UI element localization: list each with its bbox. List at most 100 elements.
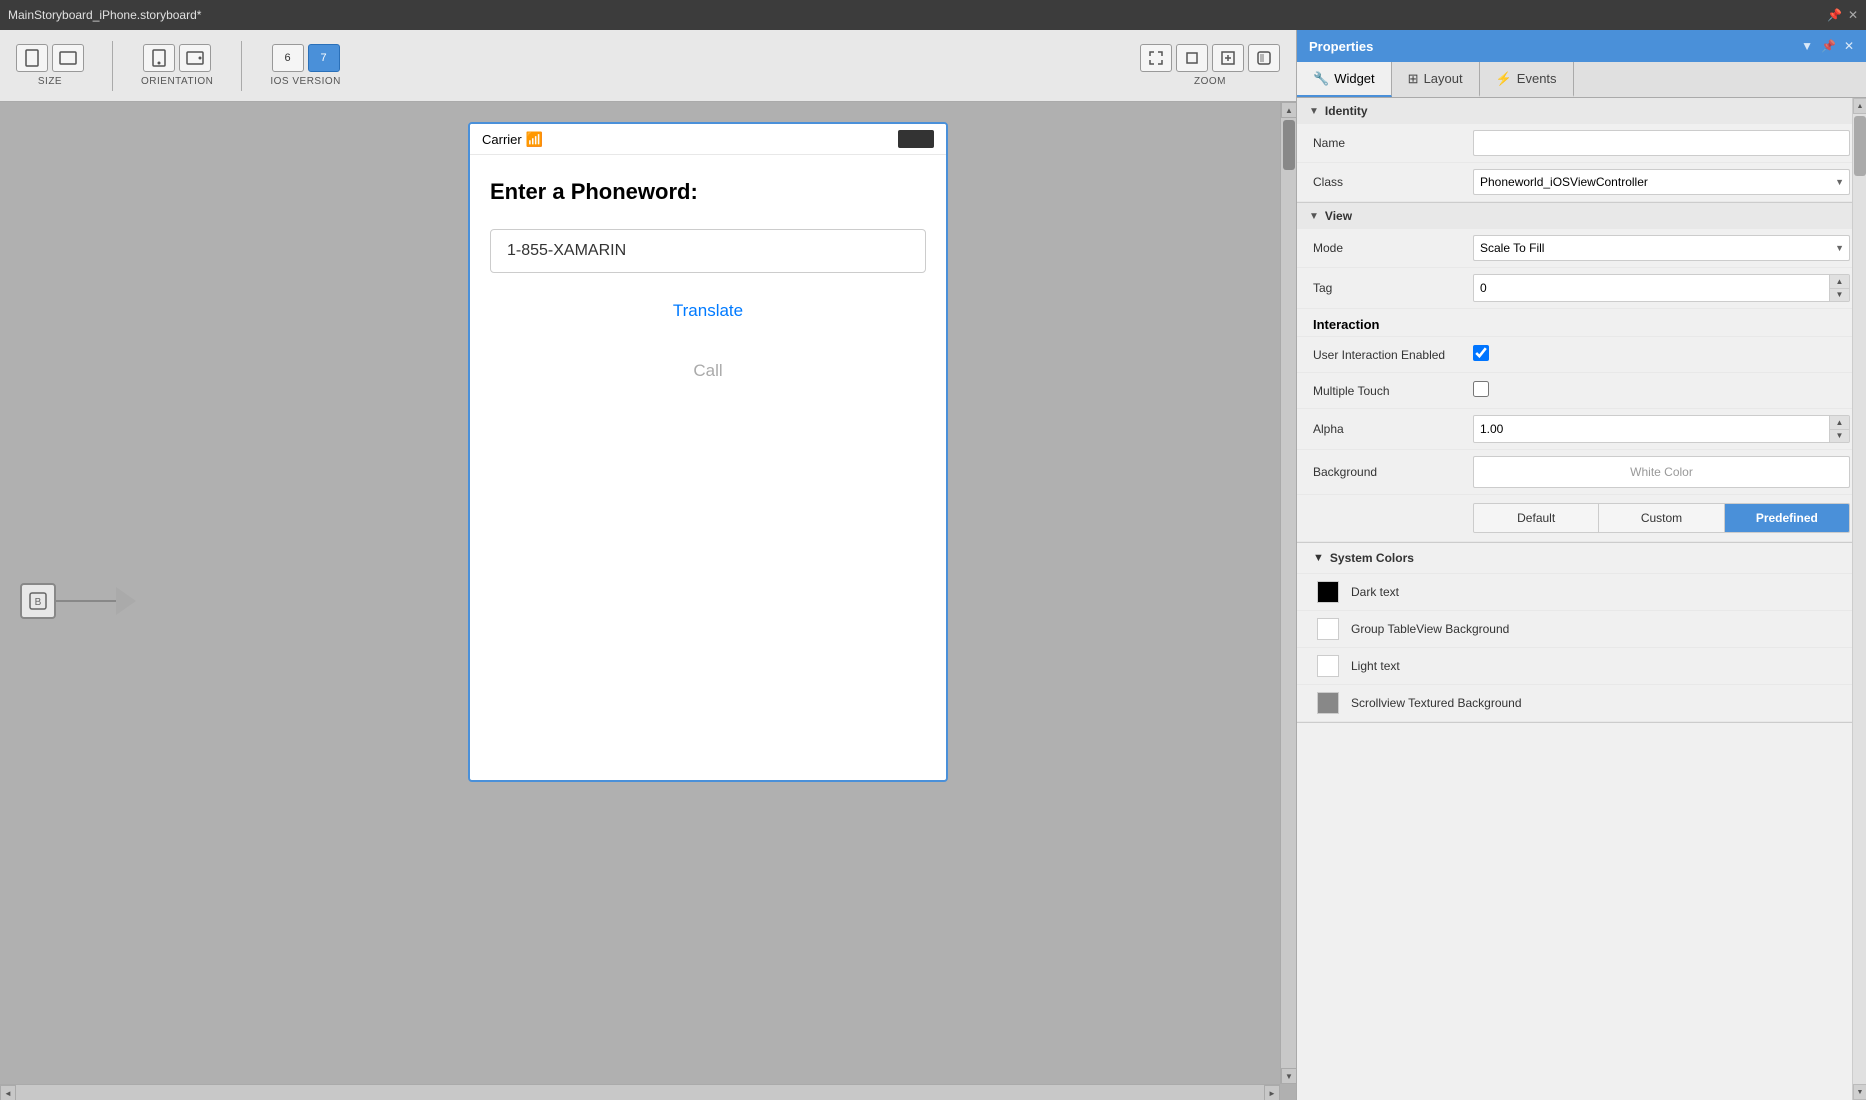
view-section-header[interactable]: ▼ View <box>1297 203 1866 229</box>
layout-icon: ⊞ <box>1408 71 1419 87</box>
name-input[interactable] <box>1473 130 1850 156</box>
scroll-right-btn[interactable]: ► <box>1264 1085 1280 1100</box>
color-scrollview-textured[interactable]: Scrollview Textured Background <box>1297 685 1866 722</box>
background-row: Background White Color <box>1297 450 1866 495</box>
user-interaction-value <box>1473 345 1850 364</box>
identity-section: ▼ Identity Name Class Ph <box>1297 98 1866 203</box>
ios-version-group: 6 7 iOS VERSION <box>270 44 341 87</box>
color-light-text[interactable]: Light text <box>1297 648 1866 685</box>
top-bar-icons: 📌 ✕ <box>1827 8 1858 22</box>
properties-scrollbar-v[interactable]: ▲ ▼ <box>1852 98 1866 1100</box>
name-value-container <box>1473 130 1850 156</box>
orientation-landscape-btn[interactable] <box>179 44 211 72</box>
zoom-group: ZOOM <box>1140 44 1280 87</box>
props-scroll-thumb <box>1854 116 1866 176</box>
alpha-increment-btn[interactable]: ▲ <box>1830 416 1849 430</box>
properties-tabs: 🔧 Widget ⊞ Layout ⚡ Events <box>1297 62 1866 98</box>
zoom-in-btn[interactable] <box>1212 44 1244 72</box>
toolbar: SIZE ORIENTATION 6 <box>0 30 1296 102</box>
canvas-scrollbar-h[interactable]: ◄ ► <box>0 1084 1280 1100</box>
zoom-overview-btn[interactable] <box>1248 44 1280 72</box>
battery-fill <box>900 132 932 146</box>
color-group-tableview[interactable]: Group TableView Background <box>1297 611 1866 648</box>
scroll-thumb-v <box>1283 120 1295 170</box>
props-scroll-track <box>1853 114 1866 1084</box>
scroll-up-btn[interactable]: ▲ <box>1281 102 1296 118</box>
entry-point: B <box>20 583 136 619</box>
scrollview-textured-label: Scrollview Textured Background <box>1351 696 1522 710</box>
scroll-track-v <box>1281 118 1296 1068</box>
properties-close-icon[interactable]: ✕ <box>1844 39 1854 53</box>
multiple-touch-checkbox[interactable] <box>1473 381 1489 397</box>
pin-icon[interactable]: 📌 <box>1827 8 1842 22</box>
alpha-decrement-btn[interactable]: ▼ <box>1830 430 1849 443</box>
mode-select-wrapper: Scale To Fill ▼ <box>1473 235 1850 261</box>
separator-1 <box>112 41 113 91</box>
storyboard-editor: SIZE ORIENTATION 6 <box>0 30 1296 1100</box>
translate-button[interactable]: Translate <box>490 293 926 329</box>
system-colors-header[interactable]: ▼ System Colors <box>1297 543 1866 574</box>
dark-text-label: Dark text <box>1351 585 1399 599</box>
scrollview-swatch <box>1317 692 1339 714</box>
tag-increment-btn[interactable]: ▲ <box>1830 275 1849 289</box>
zoom-fullscreen-btn[interactable] <box>1140 44 1172 72</box>
name-row: Name <box>1297 124 1866 163</box>
wifi-icon: 📶 <box>526 131 543 148</box>
size-group: SIZE <box>16 44 84 87</box>
canvas-scrollbar-v[interactable]: ▲ ▼ <box>1280 102 1296 1084</box>
ios-version-row: 6 7 <box>272 44 340 72</box>
tag-decrement-btn[interactable]: ▼ <box>1830 289 1849 302</box>
zoom-label: ZOOM <box>1194 76 1226 87</box>
properties-pin-icon[interactable]: ▼ <box>1801 39 1813 53</box>
class-select[interactable]: Phoneworld_iOSViewController <box>1473 169 1850 195</box>
name-label: Name <box>1313 136 1473 150</box>
tag-row: Tag ▲ ▼ <box>1297 268 1866 309</box>
properties-dock-icon[interactable]: 📌 <box>1821 39 1836 53</box>
predefined-color-btn[interactable]: Predefined <box>1725 504 1849 532</box>
orientation-portrait-btn[interactable] <box>143 44 175 72</box>
canvas-area[interactable]: B Carrier 📶 E <box>0 102 1296 1100</box>
background-color-display[interactable]: White Color <box>1473 456 1850 488</box>
call-button[interactable]: Call <box>490 353 926 389</box>
color-options-container: Default Custom Predefined <box>1473 499 1850 533</box>
mode-select[interactable]: Scale To Fill <box>1473 235 1850 261</box>
size-landscape-btn[interactable] <box>52 44 84 72</box>
zoom-fit-btn[interactable] <box>1176 44 1208 72</box>
color-dark-text[interactable]: Dark text <box>1297 574 1866 611</box>
close-tab-button[interactable]: ✕ <box>1848 8 1858 22</box>
identity-section-header[interactable]: ▼ Identity <box>1297 98 1866 124</box>
custom-color-btn[interactable]: Custom <box>1599 504 1724 532</box>
tab-layout[interactable]: ⊞ Layout <box>1392 62 1480 97</box>
tab-widget[interactable]: 🔧 Widget <box>1297 62 1392 97</box>
background-value-container: White Color <box>1473 456 1850 488</box>
carrier-text: Carrier <box>482 132 522 147</box>
ios6-btn[interactable]: 6 <box>272 44 304 72</box>
scroll-left-btn[interactable]: ◄ <box>0 1085 16 1100</box>
mode-row: Mode Scale To Fill ▼ <box>1297 229 1866 268</box>
iphone-content: Enter a Phoneword: Translate Call <box>470 155 946 413</box>
mode-value-container: Scale To Fill ▼ <box>1473 235 1850 261</box>
scroll-down-btn[interactable]: ▼ <box>1281 1068 1296 1084</box>
identity-collapse-arrow: ▼ <box>1309 106 1319 117</box>
user-interaction-checkbox[interactable] <box>1473 345 1489 361</box>
phone-title: Enter a Phoneword: <box>490 179 926 205</box>
main-layout: SIZE ORIENTATION 6 <box>0 30 1866 1100</box>
tag-input[interactable] <box>1474 275 1829 301</box>
light-text-label: Light text <box>1351 659 1400 673</box>
color-options-buttons: Default Custom Predefined <box>1473 503 1850 533</box>
system-colors-arrow: ▼ <box>1313 552 1324 564</box>
props-scroll-up-btn[interactable]: ▲ <box>1853 98 1866 114</box>
default-color-btn[interactable]: Default <box>1474 504 1599 532</box>
alpha-spinner: ▲ ▼ <box>1473 415 1850 443</box>
alpha-input[interactable] <box>1474 416 1829 442</box>
phone-input[interactable] <box>490 229 926 273</box>
tab-widget-label: Widget <box>1334 71 1374 86</box>
orientation-icons-row <box>143 44 211 72</box>
ios7-btn[interactable]: 7 <box>308 44 340 72</box>
group-tableview-label: Group TableView Background <box>1351 622 1509 636</box>
size-portrait-btn[interactable] <box>16 44 48 72</box>
tag-spinner: ▲ ▼ <box>1473 274 1850 302</box>
alpha-row: Alpha ▲ ▼ <box>1297 409 1866 450</box>
props-scroll-down-btn[interactable]: ▼ <box>1853 1084 1866 1100</box>
tab-events[interactable]: ⚡ Events <box>1480 62 1574 97</box>
